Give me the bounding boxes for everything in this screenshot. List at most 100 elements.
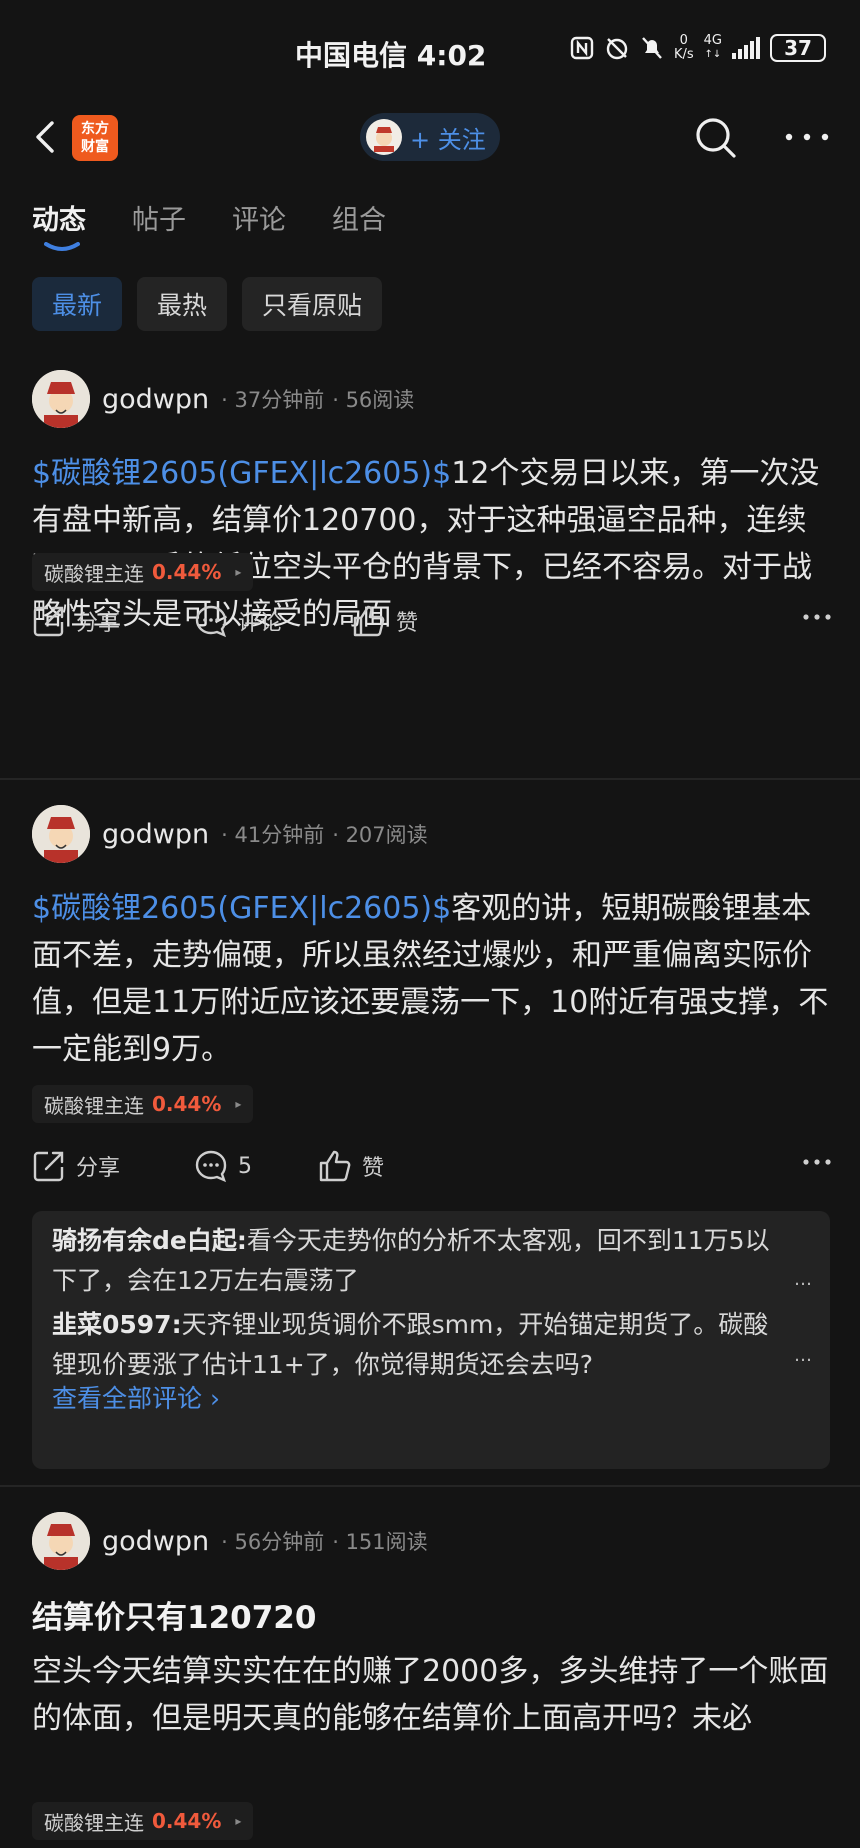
post-card: godwpn · 56分钟前 · 151阅读 结算价只有120720 空头今天结… [0, 1512, 860, 1848]
post-time: · 41分钟前 [221, 823, 325, 847]
comment-author[interactable]: 骑扬有余de白起: [52, 1226, 247, 1255]
share-label: 分享 [76, 1156, 121, 1181]
comment-more-icon: … [794, 1269, 812, 1290]
read-count: · 207阅读 [332, 823, 428, 847]
net-speed: 0 K/s [674, 34, 694, 62]
like-button[interactable]: 赞 [318, 1149, 384, 1183]
chip-label: 只看原贴 [262, 291, 363, 320]
comment-icon [195, 1150, 227, 1183]
tab-comments[interactable]: 评论 [232, 198, 286, 237]
tab-label: 帖子 [132, 205, 186, 236]
more-icon[interactable] [782, 125, 832, 149]
comment-count: 5 [238, 1153, 252, 1179]
app-logo: 东方 财富 [72, 115, 118, 161]
status-bar: 中国电信 4:02 0 K/s 4G ↑↓ 37 [0, 0, 860, 100]
tag-arrow-icon: ▸ [235, 1097, 242, 1111]
tab-dynamic[interactable]: 动态 [32, 198, 86, 251]
signal-icon [732, 37, 760, 59]
stock-tag-name: 碳酸锂主连 [44, 1093, 144, 1118]
read-count: · 151阅读 [332, 1530, 428, 1554]
share-label: 分享 [76, 611, 121, 636]
read-count: · 56阅读 [332, 388, 415, 412]
filter-original[interactable]: 只看原贴 [242, 277, 383, 331]
search-icon[interactable] [693, 115, 739, 161]
avatar [366, 119, 402, 155]
post-content[interactable]: 空头今天结算实实在在的赚了2000多，多头维持了一个账面的体面，但是明天真的能够… [32, 1648, 832, 1742]
battery-icon: 37 [770, 34, 826, 62]
share-button[interactable]: 分享 [32, 604, 120, 638]
follow-label: + 关注 [410, 125, 486, 154]
logo-line-2: 财富 [81, 139, 109, 155]
post-header: godwpn · 41分钟前 · 207阅读 [32, 805, 428, 863]
share-icon [33, 1151, 64, 1182]
thumbs-up-icon [319, 1150, 351, 1182]
post-actions: 分享 评论 赞 [32, 604, 832, 648]
post-title[interactable]: 结算价只有120720 [32, 1592, 316, 1637]
carrier-time: 中国电信 4:02 [295, 34, 486, 74]
speed-value: 0 [679, 33, 688, 48]
post-header: godwpn · 37分钟前 · 56阅读 [32, 370, 414, 428]
comment-item[interactable]: 韭菜0597:天齐锂业现货调价不跟smm，开始锚定期货了。碳酸锂现价要涨了估计1… [52, 1305, 772, 1385]
stock-tag-change: 0.44% [152, 1092, 222, 1116]
comment-label: 评论 [238, 611, 283, 636]
username[interactable]: godwpn [102, 1526, 209, 1557]
follow-button[interactable]: + 关注 [360, 113, 500, 161]
like-button[interactable]: 赞 [352, 604, 418, 638]
mute-icon [642, 37, 662, 59]
filter-hot[interactable]: 最热 [137, 277, 228, 331]
network-label: 4G [703, 33, 722, 48]
tab-portfolio[interactable]: 组合 [332, 198, 386, 237]
comment-button[interactable]: 评论 [194, 604, 282, 638]
speed-unit: K/s [673, 47, 694, 62]
avatar[interactable] [32, 370, 90, 428]
like-label: 赞 [362, 1156, 385, 1181]
post-text: 空头今天结算实实在在的赚了2000多，多头维持了一个账面的体面，但是明天真的能够… [32, 1654, 829, 1736]
stock-tag[interactable]: 碳酸锂主连 0.44% ▸ [32, 1802, 254, 1840]
status-icons: 0 K/s 4G ↑↓ 37 [570, 34, 826, 62]
post-more-icon[interactable] [802, 1157, 832, 1167]
share-button[interactable]: 分享 [32, 1149, 120, 1183]
back-icon[interactable] [30, 117, 60, 157]
thumbs-up-icon [353, 605, 385, 637]
filter-bar: 最新 最热 只看原贴 [32, 277, 383, 331]
username[interactable]: godwpn [102, 384, 209, 415]
post-header: godwpn · 56分钟前 · 151阅读 [32, 1512, 428, 1570]
stock-link[interactable]: $碳酸锂2605(GFEX|lc2605)$ [32, 456, 451, 491]
like-label: 赞 [396, 611, 419, 636]
username[interactable]: godwpn [102, 819, 209, 850]
network-type: 4G ↑↓ [703, 33, 722, 61]
tab-label: 评论 [232, 205, 286, 236]
post-time: · 37分钟前 [221, 388, 325, 412]
post-content[interactable]: $碳酸锂2605(GFEX|lc2605)$客观的讲，短期碳酸锂基本面不差，走势… [32, 885, 832, 1073]
carrier-name: 中国电信 [295, 39, 408, 72]
tab-bar: 动态 帖子 评论 组合 [32, 198, 386, 251]
avatar[interactable] [32, 805, 90, 863]
tag-arrow-icon: ▸ [235, 1814, 242, 1828]
tab-label: 动态 [32, 205, 86, 236]
nfc-icon [570, 36, 594, 60]
stock-tag[interactable]: 碳酸锂主连 0.44% ▸ [32, 553, 254, 591]
chip-label: 最新 [52, 291, 103, 320]
post-more-icon[interactable] [802, 612, 832, 622]
tab-posts[interactable]: 帖子 [132, 198, 186, 237]
filter-latest[interactable]: 最新 [32, 277, 123, 331]
stock-tag-change: 0.44% [152, 1809, 222, 1833]
comment-author[interactable]: 韭菜0597: [52, 1310, 182, 1339]
comment-item[interactable]: 骑扬有余de白起:看今天走势你的分析不太客观，回不到11万5以下了，会在12万左… [52, 1221, 772, 1301]
stock-tag[interactable]: 碳酸锂主连 0.44% ▸ [32, 1085, 254, 1123]
avatar[interactable] [32, 1512, 90, 1570]
stock-tag-change: 0.44% [152, 560, 222, 584]
post-card: godwpn · 37分钟前 · 56阅读 $碳酸锂2605(GFEX|lc26… [0, 370, 860, 780]
stock-link[interactable]: $碳酸锂2605(GFEX|lc2605)$ [32, 891, 451, 926]
stock-tag-name: 碳酸锂主连 [44, 561, 144, 586]
nav-bar: 东方 财富 + 关注 [0, 105, 860, 170]
see-all-comments-link[interactable]: 查看全部评论 › [52, 1379, 220, 1415]
comment-button[interactable]: 5 [194, 1149, 252, 1183]
stock-tag-name: 碳酸锂主连 [44, 1810, 144, 1835]
post-card: godwpn · 41分钟前 · 207阅读 $碳酸锂2605(GFEX|lc2… [0, 805, 860, 1485]
comment-preview: 骑扬有余de白起:看今天走势你的分析不太客观，回不到11万5以下了，会在12万左… [32, 1211, 830, 1469]
divider [0, 1485, 860, 1487]
battery-level: 37 [784, 36, 812, 60]
chip-label: 最热 [157, 291, 208, 320]
clock: 4:02 [416, 39, 487, 72]
